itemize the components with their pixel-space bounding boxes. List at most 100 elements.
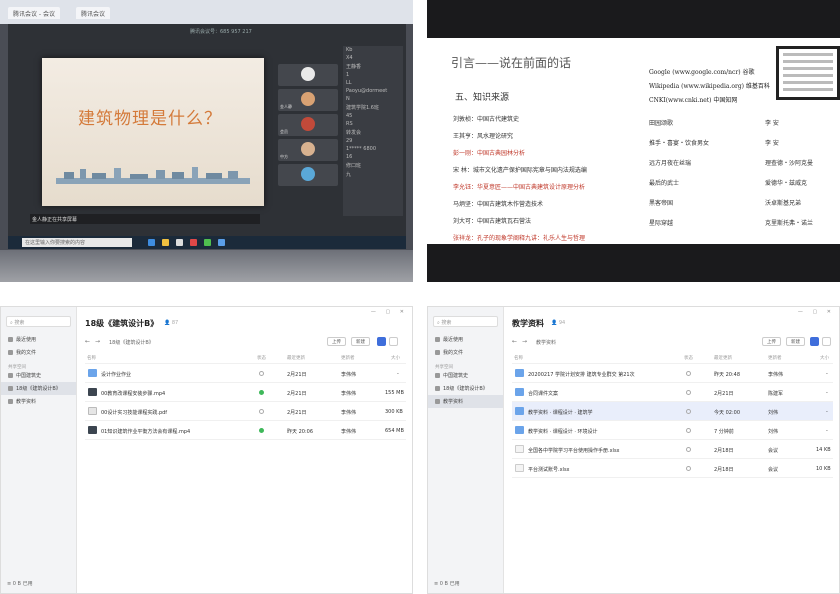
breadcrumb[interactable]: 18级《建筑设计B》 [109, 339, 154, 346]
sidebar-item-space[interactable]: 教学资料 [428, 395, 503, 408]
table-row[interactable]: 00设计实习技能课程实践.pdf 2月21日 李伟伟 300 KB [85, 402, 406, 421]
table-row[interactable]: 合同课件文案 2月21日 陈建军 - [512, 383, 833, 402]
participant-video-list: 金人静 会员 中方 [278, 64, 338, 214]
member-item[interactable]: 转发会 [343, 128, 403, 137]
breadcrumb[interactable]: 教学资料 [536, 339, 556, 346]
app-icon[interactable] [190, 239, 197, 246]
search-input[interactable]: ⌕ 搜索 [433, 316, 498, 327]
taskbar-search-input[interactable]: 在这里输入你要搜索的内容 [22, 238, 132, 247]
film-item: 黑客帝国 沃卓斯基兄弟 [649, 200, 802, 207]
back-arrow-icon[interactable]: ← [85, 338, 90, 345]
slide-title: 建筑物理是什么？ [78, 109, 222, 129]
updated-by: 李伟伟 [768, 372, 784, 378]
sidebar-section-heading: 共享空间 [8, 365, 26, 370]
sidebar-item-recent[interactable]: 最近使用 [1, 333, 76, 346]
updated-by: 李伟伟 [341, 372, 357, 378]
file-name: 平台测试账号.xlsx [528, 467, 570, 473]
column-header[interactable]: 名称 [87, 355, 96, 361]
column-header[interactable]: 更新者 [768, 355, 782, 361]
grid-view-icon[interactable] [389, 337, 398, 346]
video-tile[interactable]: 会员 [278, 114, 338, 136]
member-item[interactable]: 修口班 [343, 161, 403, 170]
window-controls[interactable]: — ▢ ✕ [371, 309, 408, 315]
table-row[interactable]: 全国各中学院学习平台使用操作手册.xlsx 2月18日 会议 14 KB [512, 440, 833, 459]
screen-share-status: 金人静正在共享屏幕 [30, 214, 260, 224]
table-row[interactable]: 20200217 学院计划安排 建筑专业群交 第21次 昨天 20:48 李伟伟… [512, 364, 833, 383]
file-size: 10 KB [816, 466, 831, 472]
member-item[interactable]: 九 [343, 170, 403, 179]
member-item[interactable]: Paoyu@dormeet [343, 87, 403, 95]
member-item[interactable]: N [343, 95, 403, 103]
column-header[interactable]: 状态 [684, 355, 693, 361]
column-header[interactable]: 状态 [257, 355, 266, 361]
updated-time: 今天 02:00 [714, 410, 740, 416]
browser-tab[interactable]: 腾讯会议 [76, 7, 111, 19]
store-icon[interactable] [176, 239, 183, 246]
member-item[interactable]: 29 [343, 137, 403, 145]
sidebar-item-recent[interactable]: 最近使用 [428, 333, 503, 346]
member-item[interactable]: X4 [343, 54, 403, 62]
member-item[interactable]: 1 [343, 71, 403, 79]
browser-tab[interactable]: 腾讯会议 - 会议 [8, 7, 60, 19]
table-row[interactable]: 教学资料 · 课程设计 · 环境设计 7 分钟前 刘伟 - [512, 421, 833, 440]
sidebar: ⌕ 搜索 最近使用 我的文件 共享空间 中国建筑史 18级《建筑设计B》 教学资… [428, 307, 504, 593]
file-name: 00设计实习技能课程实践.pdf [101, 410, 168, 416]
table-row[interactable]: 00教育改课程安装步骤.mp4 2月21日 李伟伟 155 MB [85, 383, 406, 402]
space-icon [435, 399, 440, 404]
sidebar-item-space[interactable]: 中国建筑史 [428, 369, 503, 382]
column-header[interactable]: 大小 [820, 355, 829, 361]
file-size: - [826, 428, 828, 434]
member-item[interactable]: Kb [343, 46, 403, 54]
slide-section-heading: 五、知识来源 [455, 93, 510, 103]
new-button[interactable]: 新建 [351, 337, 370, 346]
back-arrow-icon[interactable]: ← [512, 338, 517, 345]
user-icon [435, 350, 440, 355]
forward-arrow-icon[interactable]: → [95, 338, 100, 345]
video-tile[interactable] [278, 64, 338, 86]
member-item[interactable]: LL [343, 79, 403, 87]
sidebar-item-space[interactable]: 中国建筑史 [1, 369, 76, 382]
window-controls[interactable]: — ▢ ✕ [798, 309, 835, 315]
column-header[interactable]: 大小 [391, 355, 400, 361]
sidebar-item-my-files[interactable]: 我的文件 [428, 346, 503, 359]
grid-view-icon[interactable] [822, 337, 831, 346]
member-item[interactable]: 1***** 6800 [343, 145, 403, 153]
column-header[interactable]: 更新者 [341, 355, 355, 361]
table-header: 名称 状态 最近更新 更新者 大小 [85, 353, 406, 364]
video-tile[interactable]: 金人静 [278, 89, 338, 111]
list-view-icon[interactable] [377, 337, 386, 346]
updated-by: 刘伟 [768, 429, 779, 435]
forward-arrow-icon[interactable]: → [522, 338, 527, 345]
film-item: 田园颂歌李 安 [649, 120, 779, 127]
windows-taskbar: 在这里输入你要搜索的内容 [8, 236, 406, 249]
chat-icon[interactable] [204, 239, 211, 246]
column-header[interactable]: 最近更新 [287, 355, 305, 361]
upload-button[interactable]: 上传 [762, 337, 781, 346]
column-header[interactable]: 最近更新 [714, 355, 732, 361]
meeting-app-icon[interactable] [218, 239, 225, 246]
member-item[interactable]: 王静香 [343, 62, 403, 71]
sidebar-item-space[interactable]: 18级《建筑设计B》 [428, 382, 503, 395]
video-tile[interactable] [278, 164, 338, 186]
member-item[interactable]: 16 [343, 153, 403, 161]
member-item[interactable]: RS [343, 120, 403, 128]
upload-button[interactable]: 上传 [327, 337, 346, 346]
sidebar-item-space[interactable]: 18级《建筑设计B》 [1, 382, 76, 395]
list-view-icon[interactable] [810, 337, 819, 346]
table-row[interactable]: 01知识建筑作业平衡方法会有课程.mp4 昨天 20:06 李伟伟 654 MB [85, 421, 406, 440]
table-row[interactable]: 平台测试账号.xlsx 2月18日 会议 10 KB [512, 459, 833, 478]
sidebar-item-my-files[interactable]: 我的文件 [1, 346, 76, 359]
spreadsheet-file-icon [515, 445, 524, 453]
video-tile[interactable]: 中方 [278, 139, 338, 161]
table-row[interactable]: 教学资料 · 课程设计 · 建筑学 今天 02:00 刘伟 - [512, 402, 833, 421]
folder-icon[interactable] [162, 239, 169, 246]
storage-usage: ≡ 0 B 已用 [7, 581, 33, 587]
sidebar-item-space[interactable]: 教学资料 [1, 395, 76, 408]
edge-icon[interactable] [148, 239, 155, 246]
search-input[interactable]: ⌕ 搜索 [6, 316, 71, 327]
new-button[interactable]: 新建 [786, 337, 805, 346]
table-row[interactable]: 设计作业作业 2月21日 李伟伟 - [85, 364, 406, 383]
member-item[interactable]: 建筑学院1.6班 [343, 103, 403, 112]
member-item[interactable]: 45 [343, 112, 403, 120]
column-header[interactable]: 名称 [514, 355, 523, 361]
